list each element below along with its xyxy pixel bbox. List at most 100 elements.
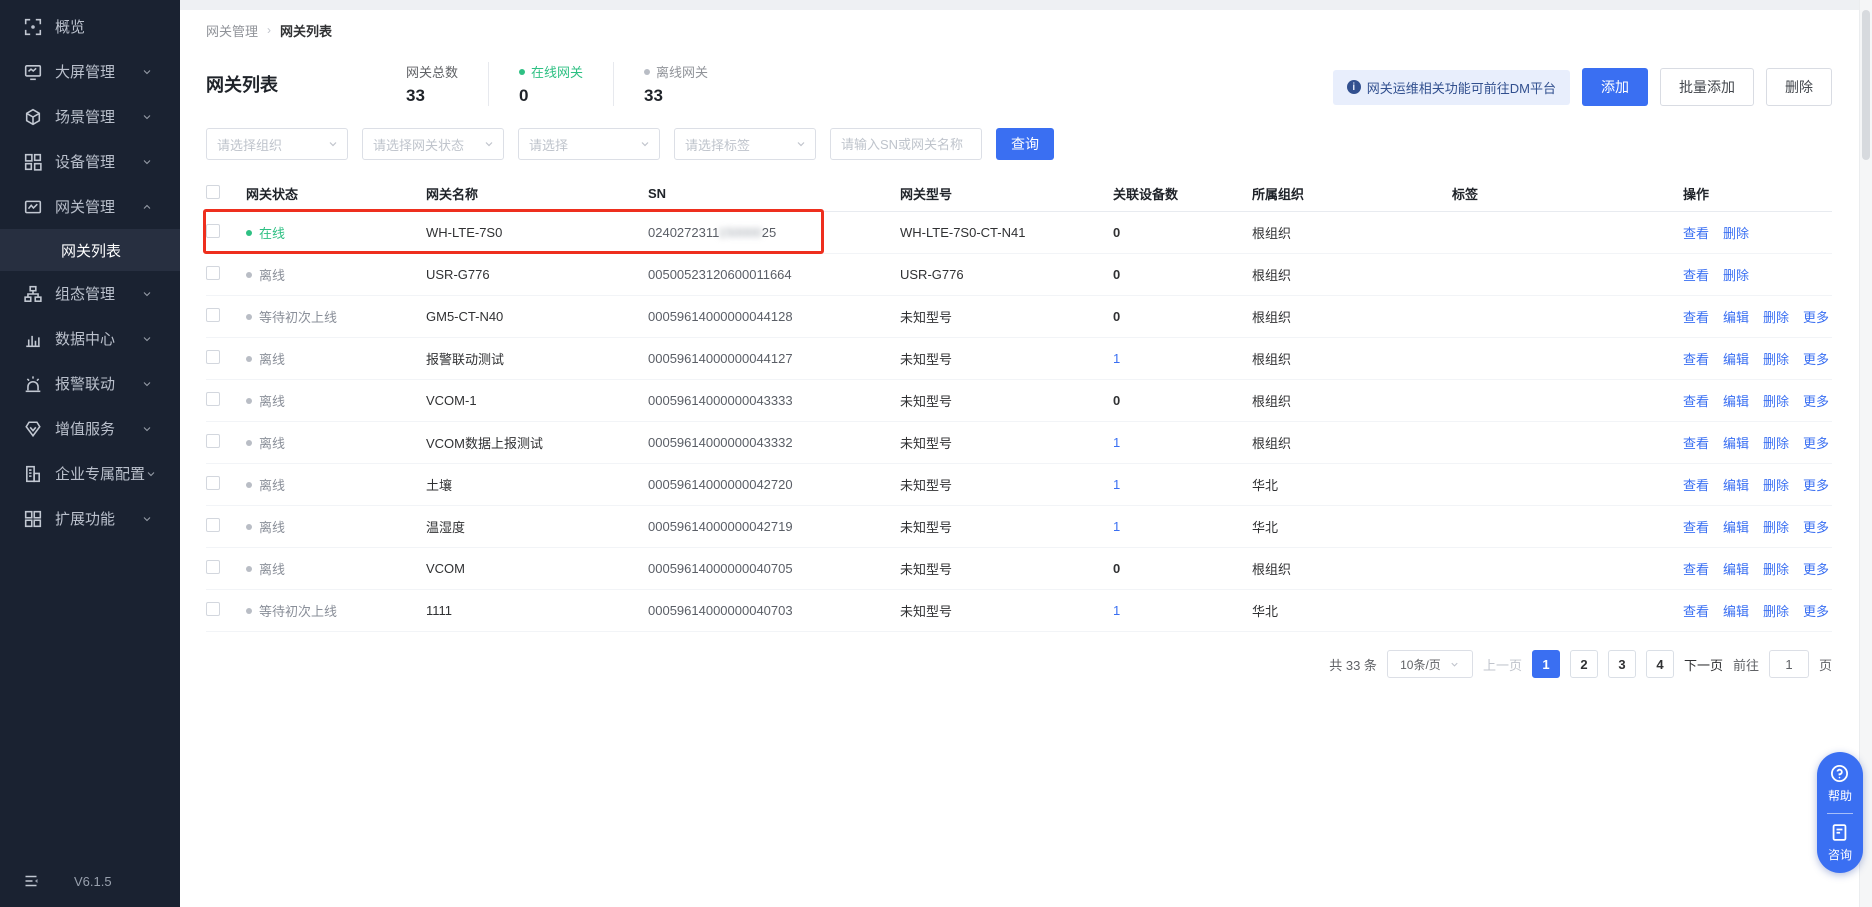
goto-page-input[interactable] [1769, 650, 1809, 678]
select-all-checkbox[interactable] [206, 185, 220, 199]
consult-button[interactable]: 咨询 [1828, 823, 1852, 863]
sidebar-item-enterprise[interactable]: 企业专属配置 [0, 451, 180, 496]
page-number-2[interactable]: 2 [1570, 650, 1598, 678]
row-checkbox[interactable] [206, 308, 220, 322]
row-checkbox[interactable] [206, 476, 220, 490]
scrollbar-thumb[interactable] [1862, 10, 1870, 160]
edit-link[interactable]: 编辑 [1723, 352, 1749, 367]
page-number-3[interactable]: 3 [1608, 650, 1636, 678]
view-link[interactable]: 查看 [1683, 310, 1709, 325]
page-number-4[interactable]: 4 [1646, 650, 1674, 678]
sidebar-item-gateway[interactable]: 网关管理 [0, 184, 180, 229]
view-link[interactable]: 查看 [1683, 394, 1709, 409]
batch-add-button[interactable]: 批量添加 [1660, 68, 1754, 106]
page-number-1[interactable]: 1 [1532, 650, 1560, 678]
delete-button[interactable]: 删除 [1766, 68, 1832, 106]
sn-search-input[interactable] [830, 128, 982, 160]
row-checkbox[interactable] [206, 224, 220, 238]
sidebar-item-vas[interactable]: 增值服务 [0, 406, 180, 451]
gateway-model: 未知型号 [900, 391, 1113, 410]
view-link[interactable]: 查看 [1683, 520, 1709, 535]
delete-link[interactable]: 删除 [1763, 436, 1789, 451]
table-row: 等待初次上线111100059614000000040703未知型号1华北查看编… [206, 590, 1832, 632]
edit-link[interactable]: 编辑 [1723, 394, 1749, 409]
more-link[interactable]: 更多 [1803, 604, 1829, 619]
delete-link[interactable]: 删除 [1763, 520, 1789, 535]
sidebar-item-device[interactable]: 设备管理 [0, 139, 180, 184]
row-checkbox[interactable] [206, 518, 220, 532]
view-link[interactable]: 查看 [1683, 436, 1709, 451]
linked-device-count[interactable]: 1 [1113, 519, 1120, 534]
sidebar-item-scada[interactable]: 组态管理 [0, 271, 180, 316]
tag-select[interactable]: 请选择标签 [674, 128, 816, 160]
delete-link[interactable]: 删除 [1723, 268, 1749, 283]
collapse-sidebar-icon[interactable] [24, 873, 40, 889]
linked-device-count[interactable]: 1 [1113, 435, 1120, 450]
edit-link[interactable]: 编辑 [1723, 310, 1749, 325]
sidebar-item-overview[interactable]: 概览 [0, 4, 180, 49]
vas-icon [24, 420, 42, 438]
row-checkbox[interactable] [206, 560, 220, 574]
delete-link[interactable]: 删除 [1723, 226, 1749, 241]
row-checkbox[interactable] [206, 434, 220, 448]
view-link[interactable]: 查看 [1683, 352, 1709, 367]
gateway-status-select[interactable]: 请选择网关状态 [362, 128, 504, 160]
stat-online-value: 0 [519, 86, 583, 106]
table-row: 在线WH-LTE-7S0024027231115000025WH-LTE-7S0… [206, 212, 1832, 254]
chevron-down-icon [483, 138, 495, 150]
sidebar-item-screen[interactable]: 大屏管理 [0, 49, 180, 94]
row-checkbox[interactable] [206, 266, 220, 280]
linked-device-count[interactable]: 1 [1113, 477, 1120, 492]
sidebar-item-label: 企业专属配置 [55, 463, 145, 484]
linked-device-count[interactable]: 1 [1113, 351, 1120, 366]
more-link[interactable]: 更多 [1803, 520, 1829, 535]
view-link[interactable]: 查看 [1683, 226, 1709, 241]
column-header: 网关型号 [900, 184, 1113, 203]
view-link[interactable]: 查看 [1683, 562, 1709, 577]
help-button[interactable]: 帮助 [1828, 764, 1852, 804]
row-checkbox[interactable] [206, 392, 220, 406]
delete-link[interactable]: 删除 [1763, 394, 1789, 409]
stat-total: 网关总数 33 [376, 62, 488, 106]
row-checkbox[interactable] [206, 350, 220, 364]
row-actions: 查看编辑删除更多 [1683, 601, 1832, 620]
breadcrumb-item-gateway-management[interactable]: 网关管理 [206, 21, 258, 40]
edit-link[interactable]: 编辑 [1723, 562, 1749, 577]
edit-link[interactable]: 编辑 [1723, 436, 1749, 451]
edit-link[interactable]: 编辑 [1723, 604, 1749, 619]
row-checkbox[interactable] [206, 602, 220, 616]
prev-page-button[interactable]: 上一页 [1483, 655, 1522, 674]
query-button[interactable]: 查询 [996, 128, 1054, 160]
widget-divider [1827, 813, 1853, 814]
linked-device-count[interactable]: 1 [1113, 603, 1120, 618]
next-page-button[interactable]: 下一页 [1684, 655, 1723, 674]
sidebar-item-extension[interactable]: 扩展功能 [0, 496, 180, 541]
model-select[interactable]: 请选择 [518, 128, 660, 160]
org-select[interactable]: 请选择组织 [206, 128, 348, 160]
table-row: 等待初次上线GM5-CT-N4000059614000000044128未知型号… [206, 296, 1832, 338]
linked-device-count: 0 [1113, 267, 1120, 282]
delete-link[interactable]: 删除 [1763, 352, 1789, 367]
view-link[interactable]: 查看 [1683, 604, 1709, 619]
sidebar-subitem-gateway-list[interactable]: 网关列表 [0, 229, 180, 271]
sidebar-item-data[interactable]: 数据中心 [0, 316, 180, 361]
more-link[interactable]: 更多 [1803, 478, 1829, 493]
more-link[interactable]: 更多 [1803, 352, 1829, 367]
delete-link[interactable]: 删除 [1763, 562, 1789, 577]
delete-link[interactable]: 删除 [1763, 478, 1789, 493]
edit-link[interactable]: 编辑 [1723, 478, 1749, 493]
view-link[interactable]: 查看 [1683, 268, 1709, 283]
view-link[interactable]: 查看 [1683, 478, 1709, 493]
delete-link[interactable]: 删除 [1763, 310, 1789, 325]
sidebar-item-alarm[interactable]: 报警联动 [0, 361, 180, 406]
more-link[interactable]: 更多 [1803, 562, 1829, 577]
edit-link[interactable]: 编辑 [1723, 520, 1749, 535]
delete-link[interactable]: 删除 [1763, 604, 1789, 619]
more-link[interactable]: 更多 [1803, 394, 1829, 409]
more-link[interactable]: 更多 [1803, 436, 1829, 451]
sidebar-item-scene[interactable]: 场景管理 [0, 94, 180, 139]
more-link[interactable]: 更多 [1803, 310, 1829, 325]
add-button[interactable]: 添加 [1582, 68, 1648, 106]
page-number-list: 1234 [1532, 650, 1674, 678]
page-size-select[interactable]: 10条/页 [1387, 650, 1473, 678]
